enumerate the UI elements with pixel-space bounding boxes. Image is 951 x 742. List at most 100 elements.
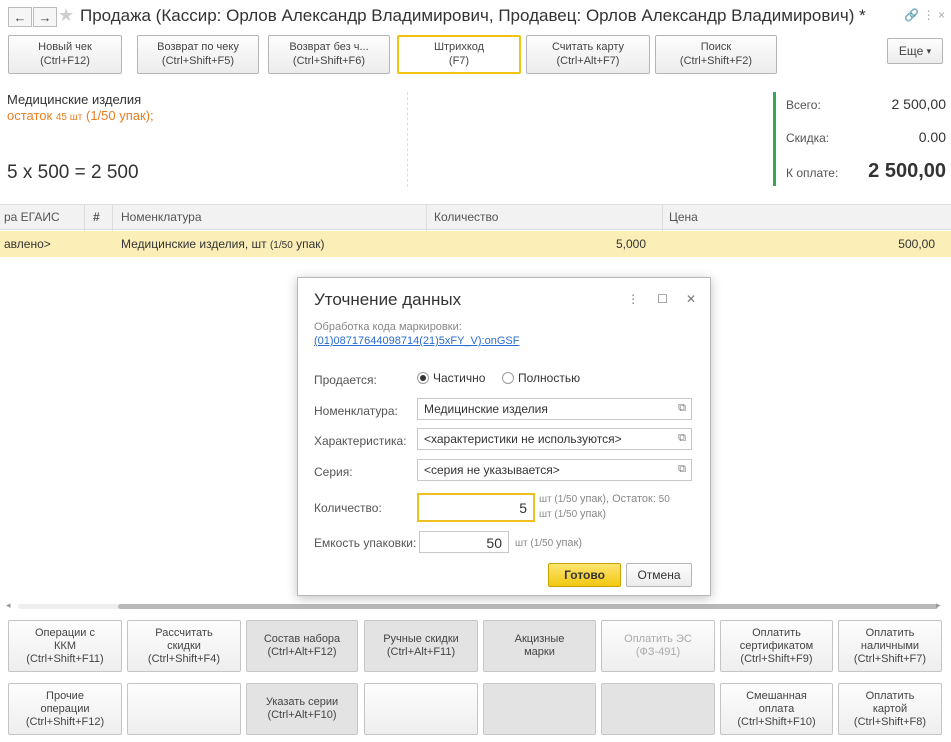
series-field[interactable]: <серия не указывается> ⧉ <box>417 459 692 481</box>
pack-text: (1/50 <box>269 240 293 251</box>
other-operations-button[interactable]: Прочие операции (Ctrl+Shift+F12) <box>8 683 122 735</box>
payable-row: К оплате: 2 500,00 <box>786 160 946 183</box>
radio-partial[interactable]: Частично <box>417 371 485 385</box>
arrow-left-icon: ← <box>13 9 27 25</box>
pay-es-button[interactable]: Оплатить ЭС (ФЗ-491) <box>601 620 715 672</box>
return-by-receipt-button[interactable]: Возврат по чеку (Ctrl+Shift+F5) <box>137 35 259 74</box>
close-icon[interactable]: ✕ <box>686 292 696 306</box>
button-label: Новый чек <box>38 41 92 53</box>
new-receipt-button[interactable]: Новый чек (Ctrl+F12) <box>8 35 122 74</box>
scroll-left-icon[interactable]: ◂ <box>6 600 11 611</box>
col-number[interactable]: # <box>93 210 100 224</box>
title-bar: ← → ★ Продажа (Кассир: Орлов Александр В… <box>0 0 951 30</box>
calculate-discounts-button[interactable]: Рассчитать скидки (Ctrl+Shift+F4) <box>127 620 241 672</box>
discount-value: 0.00 <box>918 129 946 145</box>
sum-formula: 5 x 500 = 2 500 <box>7 162 139 183</box>
button-line: Ручные скидки <box>383 633 459 645</box>
more-icon[interactable]: ⋮ <box>627 292 639 306</box>
payable-label: К оплате: <box>786 166 839 180</box>
dialog-controls: ⋮ ☐ ✕ <box>627 292 696 306</box>
quantity-input[interactable]: 5 <box>417 493 535 522</box>
forward-button[interactable]: → <box>33 7 57 27</box>
button-line: (Ctrl+Shift+F4) <box>147 652 221 665</box>
clarify-data-dialog: Уточнение данных ⋮ ☐ ✕ Обработка кода ма… <box>297 277 711 596</box>
button-line: (Ctrl+Shift+F7) <box>853 652 927 665</box>
note-part: 50 <box>658 494 670 505</box>
capacity-input[interactable]: 50 <box>419 531 509 553</box>
button-line: картой <box>872 702 908 715</box>
done-button[interactable]: Готово <box>548 563 621 587</box>
button-line: (Ctrl+Shift+F12) <box>25 715 105 728</box>
cancel-button[interactable]: Отмена <box>626 563 692 587</box>
payable-value: 2 500,00 <box>868 160 946 182</box>
marking-code-link[interactable]: (01)08717644098714(21)5xFY_V):onGSF <box>314 335 519 347</box>
barcode-button[interactable]: Штрихкод (F7) <box>397 35 521 74</box>
back-button[interactable]: ← <box>8 7 32 27</box>
star-icon[interactable]: ★ <box>58 5 74 26</box>
open-icon[interactable]: ⧉ <box>678 432 686 445</box>
button-line: оплата <box>758 702 795 715</box>
button-line: (Ctrl+Alt+F10) <box>267 709 337 721</box>
return-without-receipt-button[interactable]: Возврат без ч... (Ctrl+Shift+F6) <box>268 35 390 74</box>
divider <box>662 205 663 231</box>
open-icon[interactable]: ⧉ <box>678 402 686 415</box>
total-label: Всего: <box>786 98 821 112</box>
empty-button[interactable] <box>364 683 478 735</box>
radio-full[interactable]: Полностью <box>502 371 580 385</box>
manual-discounts-button[interactable]: Ручные скидки (Ctrl+Alt+F11) <box>364 620 478 672</box>
characteristic-label: Характеристика: <box>314 434 407 448</box>
window-title: Продажа (Кассир: Орлов Александр Владими… <box>80 6 866 25</box>
note-part: шт <box>539 509 552 520</box>
specify-series-button[interactable]: Указать серии (Ctrl+Alt+F10) <box>246 683 358 735</box>
totals-panel: Всего: 2 500,00 Скидка: 0.00 К оплате: 2… <box>773 92 946 186</box>
button-line: Оплатить <box>752 626 801 639</box>
field-value: <серия не указывается> <box>424 463 560 477</box>
button-line: Оплатить <box>865 689 915 702</box>
open-icon[interactable]: ⧉ <box>678 463 686 476</box>
pay-card-button[interactable]: Оплатить картой (Ctrl+Shift+F8) <box>838 683 942 735</box>
search-button[interactable]: Поиск (Ctrl+Shift+F2) <box>655 35 777 74</box>
current-product-name: Медицинские изделия <box>7 92 142 107</box>
read-card-button[interactable]: Считать карту (Ctrl+Alt+F7) <box>526 35 650 74</box>
mixed-payment-button[interactable]: Смешанная оплата (Ctrl+Shift+F10) <box>720 683 833 735</box>
discount-row: Скидка: 0.00 <box>786 129 946 145</box>
pay-cash-button[interactable]: Оплатить наличными (Ctrl+Shift+F7) <box>838 620 942 672</box>
empty-button[interactable] <box>601 683 715 735</box>
button-label: Штрихкод <box>433 41 485 53</box>
more-button[interactable]: Еще ▾ <box>887 38 943 64</box>
arrow-right-icon: → <box>38 9 52 25</box>
horizontal-scrollbar[interactable] <box>18 602 938 610</box>
kit-contents-button[interactable]: Состав набора (Ctrl+Alt+F12) <box>246 620 358 672</box>
characteristic-field[interactable]: <характеристики не используются> ⧉ <box>417 428 692 450</box>
scroll-right-icon[interactable]: ▸ <box>936 600 941 611</box>
maximize-icon[interactable]: ☐ <box>657 292 668 306</box>
empty-button[interactable] <box>483 683 596 735</box>
button-line: (Ctrl+Shift+F11) <box>26 652 104 665</box>
button-label: Возврат по чеку <box>157 41 239 53</box>
button-line: операции <box>40 702 90 715</box>
excise-marks-button[interactable]: Акцизные марки <box>483 620 596 672</box>
sold-label: Продается: <box>314 373 377 387</box>
button-line: ККМ <box>54 639 76 652</box>
stock-info: остаток 45 шт (1/50 упак); <box>7 108 154 123</box>
button-line: Акцизные <box>514 633 565 645</box>
pay-certificate-button[interactable]: Оплатить сертификатом (Ctrl+Shift+F9) <box>720 620 833 672</box>
col-nomenclature[interactable]: Номенклатура <box>121 210 202 224</box>
col-quantity[interactable]: Количество <box>434 210 498 224</box>
table-row[interactable]: авлено> Медицинские изделия, шт (1/50 уп… <box>0 231 951 257</box>
quantity-label: Количество: <box>314 501 382 515</box>
col-price[interactable]: Цена <box>669 210 698 224</box>
quantity-note-line1: шт (1/50 упак), Остаток: 50 <box>539 493 670 505</box>
scroll-thumb[interactable] <box>118 604 938 609</box>
divider <box>84 205 85 231</box>
divider <box>426 205 427 231</box>
window-header-icons[interactable]: 🔗 ⋮ × <box>904 8 945 22</box>
kkm-operations-button[interactable]: Операции с ККМ (Ctrl+Shift+F11) <box>8 620 122 672</box>
col-egais[interactable]: ра ЕГАИС <box>4 210 60 224</box>
empty-button[interactable] <box>127 683 241 735</box>
quantity-note-line2: шт (1/50 упак) <box>539 508 606 520</box>
nomenclature-field[interactable]: Медицинские изделия ⧉ <box>417 398 692 420</box>
button-shortcut: (Ctrl+F12) <box>40 55 90 67</box>
cell-quantity: 5,000 <box>615 237 646 251</box>
note-part: упак) <box>579 508 607 520</box>
